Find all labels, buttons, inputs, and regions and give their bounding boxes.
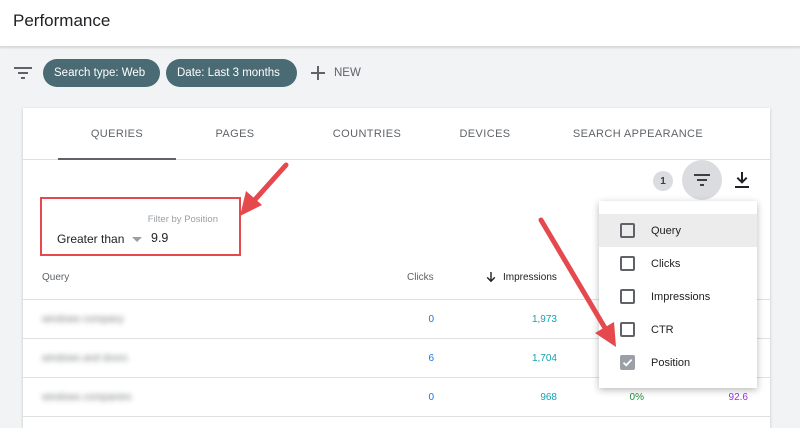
filter-count-badge: 1 — [653, 171, 673, 191]
check-icon — [622, 357, 633, 368]
column-header-clicks[interactable]: Clicks — [407, 272, 434, 283]
row-clicks: 6 — [428, 353, 434, 364]
tab-devices[interactable]: DEVICES — [445, 108, 525, 160]
row-query: windows and doors — [42, 353, 128, 364]
download-button[interactable] — [731, 168, 753, 192]
checkbox-clicks[interactable] — [620, 256, 635, 271]
new-filter-label: NEW — [334, 67, 361, 79]
menu-item-query[interactable]: Query — [599, 214, 757, 247]
filter-lines-icon[interactable] — [14, 66, 32, 80]
checkbox-query[interactable] — [620, 223, 635, 238]
menu-item-label: Query — [651, 225, 681, 237]
filter-lines-icon — [694, 174, 710, 186]
menu-item-label: Clicks — [651, 258, 680, 270]
menu-item-label: Impressions — [651, 291, 710, 303]
date-range-chip[interactable]: Date: Last 3 months — [166, 59, 297, 87]
position-value-input[interactable]: 9.9 — [151, 231, 211, 245]
menu-item-impressions[interactable]: Impressions — [599, 280, 757, 313]
plus-icon — [311, 66, 325, 80]
tab-countries[interactable]: COUNTRIES — [312, 108, 422, 160]
row-ctr: 0% — [630, 392, 644, 403]
column-header-impressions-label: Impressions — [503, 272, 557, 283]
tab-search-appearance[interactable]: SEARCH APPEARANCE — [563, 108, 713, 160]
operator-select-value: Greater than — [57, 232, 124, 246]
caret-down-icon — [132, 237, 142, 242]
menu-item-label: CTR — [651, 324, 674, 336]
row-query: windows companies — [42, 392, 132, 403]
menu-item-ctr[interactable]: CTR — [599, 313, 757, 346]
filter-toolbar: Search type: Web Date: Last 3 months NEW — [0, 56, 800, 90]
menu-item-label: Position — [651, 357, 690, 369]
checkbox-impressions[interactable] — [620, 289, 635, 304]
row-clicks: 0 — [428, 314, 434, 325]
arrow-down-icon — [486, 272, 496, 283]
date-range-chip-label: Date: Last 3 months — [177, 67, 280, 79]
checkbox-ctr[interactable] — [620, 322, 635, 337]
row-query: windows company — [42, 314, 124, 325]
table-filter-button[interactable] — [682, 160, 722, 200]
menu-item-position[interactable]: Position — [599, 346, 757, 379]
position-filter-caption: Filter by Position — [42, 214, 218, 225]
checkbox-position[interactable] — [620, 355, 635, 370]
column-header-query[interactable]: Query — [42, 272, 69, 283]
row-impressions: 1,704 — [532, 353, 557, 364]
download-icon — [735, 172, 749, 188]
row-impressions: 968 — [540, 392, 557, 403]
new-filter-button[interactable]: NEW — [311, 59, 361, 87]
row-position: 92.6 — [729, 392, 748, 403]
row-impressions: 1,973 — [532, 314, 557, 325]
column-filter-menu: Query Clicks Impressions CTR Position — [599, 201, 757, 388]
row-clicks: 0 — [428, 392, 434, 403]
dimension-tabs: QUERIES PAGES COUNTRIES DEVICES SEARCH A… — [23, 108, 770, 160]
search-type-chip-label: Search type: Web — [54, 67, 145, 79]
tab-pages[interactable]: PAGES — [195, 108, 275, 160]
page-title: Performance — [13, 11, 110, 31]
column-header-impressions[interactable]: Impressions — [486, 272, 557, 283]
search-type-chip[interactable]: Search type: Web — [43, 59, 160, 87]
active-tab-indicator — [58, 158, 176, 160]
tab-queries[interactable]: QUERIES — [58, 108, 176, 160]
menu-item-clicks[interactable]: Clicks — [599, 247, 757, 280]
app-header: Performance — [0, 0, 800, 47]
position-filter-panel: Filter by Position Greater than 9.9 — [40, 197, 241, 256]
operator-select[interactable]: Greater than — [57, 232, 142, 246]
